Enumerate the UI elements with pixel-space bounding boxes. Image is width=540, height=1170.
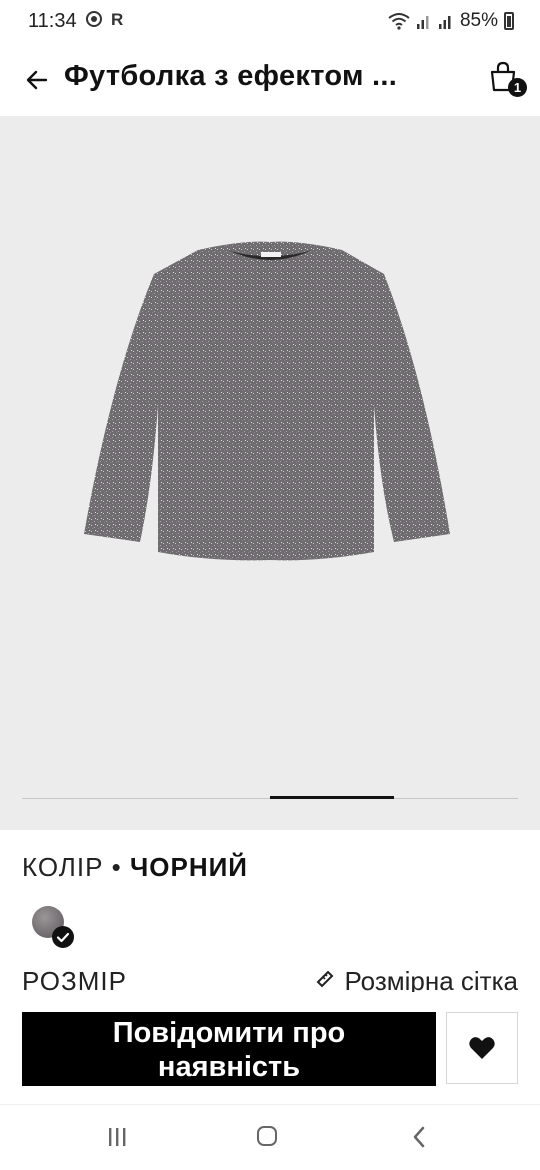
back-button[interactable] (20, 62, 56, 98)
color-label: КОЛІР • ЧОРНИЙ (22, 852, 248, 883)
app-header: Футболка з ефектом ... 1 (0, 44, 540, 116)
notify-availability-button[interactable]: Повідомити про наявність (22, 1012, 436, 1086)
bottom-divider (0, 1104, 540, 1105)
color-label-text: КОЛІР (22, 852, 104, 882)
heart-icon (469, 1037, 495, 1059)
battery-percent: 85% (459, 10, 498, 31)
cart-count-badge: 1 (508, 78, 527, 97)
notify-line-1: Повідомити про (112, 1017, 346, 1049)
product-gallery[interactable] (0, 116, 540, 830)
status-time: 11:34 (28, 10, 77, 32)
size-label: РОЗМІР (22, 966, 127, 992)
recent-apps-icon[interactable] (106, 1126, 128, 1148)
product-image[interactable] (72, 236, 468, 576)
status-right: 85% (388, 8, 514, 34)
signal-icon (438, 16, 451, 29)
notify-line-2: наявність (157, 1051, 301, 1083)
home-icon[interactable] (257, 1126, 277, 1146)
wifi-icon (388, 13, 410, 30)
size-guide-link[interactable]: Розмірна сітка (314, 966, 518, 992)
selected-check-icon (52, 926, 74, 948)
signal-icon (416, 16, 429, 29)
cart-button[interactable]: 1 (488, 60, 528, 100)
color-separator: • (103, 852, 130, 882)
battery-icon (504, 12, 514, 30)
system-nav-bar (0, 1106, 540, 1170)
notification-icon (86, 11, 102, 27)
gallery-indicator (270, 796, 394, 799)
color-value: ЧОРНИЙ (129, 852, 248, 882)
carrier-letter: R (111, 10, 124, 29)
wishlist-button[interactable] (446, 1012, 518, 1084)
back-icon[interactable] (408, 1124, 432, 1150)
status-bar: 11:34 R 85% (0, 0, 540, 44)
size-guide-text: Розмірна сітка (344, 966, 518, 992)
arrow-left-icon (26, 70, 48, 90)
page-title: Футболка з ефектом ... (64, 60, 398, 92)
ruler-icon (317, 970, 334, 988)
